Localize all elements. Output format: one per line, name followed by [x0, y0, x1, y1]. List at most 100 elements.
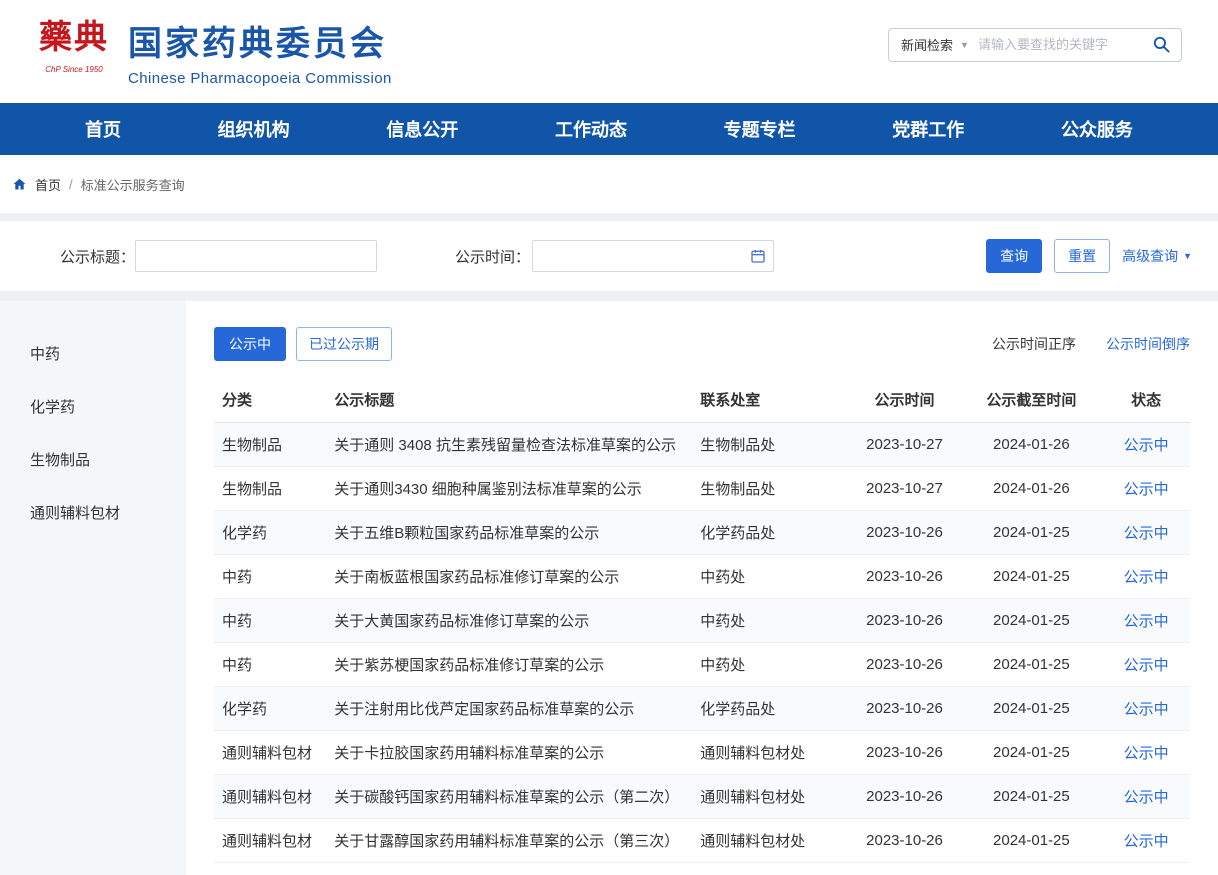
sort-links: 公示时间正序 公示时间倒序	[992, 334, 1190, 354]
table-row[interactable]: 化学药 关于注射用比伐芦定国家药品标准草案的公示 化学药品处 2023-10-2…	[214, 687, 1190, 731]
breadcrumb-home-link[interactable]: 首页	[35, 175, 61, 194]
main-nav: 首页 组织机构 信息公开 工作动态 专题专栏 党群工作 公众服务	[0, 103, 1218, 155]
cell-deadline: 2024-01-25	[961, 599, 1103, 643]
site-header: 藥典 ChP Since 1950 国家药典委员会 Chinese Pharma…	[0, 0, 1218, 103]
table-row[interactable]: 中药 关于紫苏梗国家药品标准修订草案的公示 中药处 2023-10-26 202…	[214, 643, 1190, 687]
cell-deadline: 2024-01-26	[961, 467, 1103, 511]
cell-title[interactable]: 关于大黄国家药品标准修订草案的公示	[326, 599, 692, 643]
breadcrumb: 首页 / 标准公示服务查询	[0, 155, 1218, 213]
cell-status[interactable]: 公示中	[1102, 555, 1190, 599]
cell-publish-date: 2023-10-26	[848, 731, 960, 775]
table-row[interactable]: 生物制品 关于通则 3408 抗生素残留量检查法标准草案的公示 生物制品处 20…	[214, 423, 1190, 467]
reset-button[interactable]: 重置	[1054, 239, 1110, 273]
cell-status[interactable]: 公示中	[1102, 643, 1190, 687]
table-row[interactable]: 通则辅料包材 关于甘露醇国家药用辅料标准草案的公示（第三次） 通则辅料包材处 2…	[214, 819, 1190, 863]
title-filter-input[interactable]	[135, 240, 377, 272]
search-input[interactable]	[978, 37, 1142, 52]
nav-item[interactable]: 工作动态	[555, 116, 627, 142]
cell-title[interactable]: 关于南板蓝根国家药品标准修订草案的公示	[326, 555, 692, 599]
cell-category: 生物制品	[214, 423, 326, 467]
cell-publish-date: 2023-10-27	[848, 423, 960, 467]
cell-status[interactable]: 公示中	[1102, 423, 1190, 467]
advanced-query-label: 高级查询	[1122, 246, 1178, 266]
table-row[interactable]: 通则辅料包材 关于卡拉胶国家药用辅料标准草案的公示 通则辅料包材处 2023-1…	[214, 731, 1190, 775]
table-row[interactable]: 中药 关于大黄国家药品标准修订草案的公示 中药处 2023-10-26 2024…	[214, 599, 1190, 643]
nav-item[interactable]: 公众服务	[1061, 116, 1133, 142]
cell-category: 生物制品	[214, 467, 326, 511]
cell-category: 化学药	[214, 511, 326, 555]
cell-deadline: 2024-01-25	[961, 819, 1103, 863]
cell-title[interactable]: 关于通则 3408 抗生素残留量检查法标准草案的公示	[326, 423, 692, 467]
cell-title[interactable]: 关于注射用比伐芦定国家药品标准草案的公示	[326, 687, 692, 731]
nav-item[interactable]: 信息公开	[386, 116, 458, 142]
search-category-dropdown[interactable]: 新闻检索 ▼	[889, 35, 978, 54]
content-area: 中药 化学药 生物制品 通则辅料包材 公示中 已过公示期 公示时间正序 公示时间…	[0, 301, 1218, 875]
title-filter-label: 公示标题：	[60, 246, 135, 267]
cell-category: 通则辅料包材	[214, 819, 326, 863]
category-sidebar: 中药 化学药 生物制品 通则辅料包材	[0, 301, 186, 875]
table-row[interactable]: 中药 关于南板蓝根国家药品标准修订草案的公示 中药处 2023-10-26 20…	[214, 555, 1190, 599]
time-filter-input[interactable]	[532, 240, 774, 272]
time-filter-label: 公示时间：	[455, 246, 530, 267]
table-row[interactable]: 化学药 关于五维B颗粒国家药品标准草案的公示 化学药品处 2023-10-26 …	[214, 511, 1190, 555]
cell-deadline: 2024-01-25	[961, 687, 1103, 731]
seal-characters: 藥典	[36, 15, 112, 61]
sidebar-item[interactable]: 化学药	[0, 380, 186, 433]
cell-office: 中药处	[692, 555, 848, 599]
cell-category: 中药	[214, 643, 326, 687]
cell-category: 化学药	[214, 687, 326, 731]
sort-time-asc[interactable]: 公示时间正序	[992, 334, 1076, 354]
nav-item[interactable]: 党群工作	[892, 116, 964, 142]
cell-status[interactable]: 公示中	[1102, 511, 1190, 555]
cell-deadline: 2024-01-25	[961, 555, 1103, 599]
cell-publish-date: 2023-10-27	[848, 467, 960, 511]
publicity-table: 分类 公示标题 联系处室 公示时间 公示截至时间 状态 生物制品 关于通则 34…	[214, 377, 1190, 863]
search-icon	[1152, 35, 1171, 54]
sidebar-item[interactable]: 中药	[0, 327, 186, 380]
nav-item[interactable]: 专题专栏	[724, 116, 796, 142]
cell-title[interactable]: 关于通则3430 细胞种属鉴别法标准草案的公示	[326, 467, 692, 511]
sidebar-item[interactable]: 生物制品	[0, 433, 186, 486]
brand: 藥典 ChP Since 1950 国家药典委员会 Chinese Pharma…	[36, 15, 392, 89]
results-toolbar: 公示中 已过公示期 公示时间正序 公示时间倒序	[214, 327, 1190, 361]
cell-category: 通则辅料包材	[214, 731, 326, 775]
cell-office: 化学药品处	[692, 511, 848, 555]
sidebar-item[interactable]: 通则辅料包材	[0, 486, 186, 539]
col-category: 分类	[214, 377, 326, 423]
cell-status[interactable]: 公示中	[1102, 687, 1190, 731]
cell-publish-date: 2023-10-26	[848, 687, 960, 731]
nav-item[interactable]: 首页	[85, 116, 121, 142]
sort-time-desc[interactable]: 公示时间倒序	[1106, 334, 1190, 354]
tab-in-publicity[interactable]: 公示中	[214, 327, 286, 361]
query-button[interactable]: 查询	[986, 239, 1042, 273]
cell-title[interactable]: 关于卡拉胶国家药用辅料标准草案的公示	[326, 731, 692, 775]
cell-status[interactable]: 公示中	[1102, 599, 1190, 643]
cell-title[interactable]: 关于紫苏梗国家药品标准修订草案的公示	[326, 643, 692, 687]
tab-expired-publicity[interactable]: 已过公示期	[296, 327, 392, 361]
col-publish-date: 公示时间	[848, 377, 960, 423]
search-category-label: 新闻检索	[901, 35, 953, 54]
cell-deadline: 2024-01-25	[961, 511, 1103, 555]
col-status: 状态	[1102, 377, 1190, 423]
home-icon[interactable]	[12, 177, 27, 192]
cell-office: 中药处	[692, 599, 848, 643]
cell-publish-date: 2023-10-26	[848, 555, 960, 599]
news-search-box: 新闻检索 ▼	[888, 28, 1182, 62]
cell-office: 通则辅料包材处	[692, 731, 848, 775]
cell-deadline: 2024-01-26	[961, 423, 1103, 467]
col-office: 联系处室	[692, 377, 848, 423]
cell-status[interactable]: 公示中	[1102, 467, 1190, 511]
cell-status[interactable]: 公示中	[1102, 731, 1190, 775]
breadcrumb-separator: /	[69, 177, 73, 192]
filter-actions: 查询 重置 高级查询 ▼	[986, 239, 1192, 273]
search-button[interactable]	[1142, 35, 1181, 54]
cell-title[interactable]: 关于五维B颗粒国家药品标准草案的公示	[326, 511, 692, 555]
table-row[interactable]: 生物制品 关于通则3430 细胞种属鉴别法标准草案的公示 生物制品处 2023-…	[214, 467, 1190, 511]
pharmacopoeia-seal-logo[interactable]: 藥典 ChP Since 1950	[36, 15, 112, 89]
cell-title[interactable]: 关于甘露醇国家药用辅料标准草案的公示（第三次）	[326, 819, 692, 863]
advanced-query-link[interactable]: 高级查询 ▼	[1122, 246, 1192, 266]
table-header-row: 分类 公示标题 联系处室 公示时间 公示截至时间 状态	[214, 377, 1190, 423]
nav-item[interactable]: 组织机构	[218, 116, 290, 142]
cell-office: 化学药品处	[692, 687, 848, 731]
cell-status[interactable]: 公示中	[1102, 819, 1190, 863]
